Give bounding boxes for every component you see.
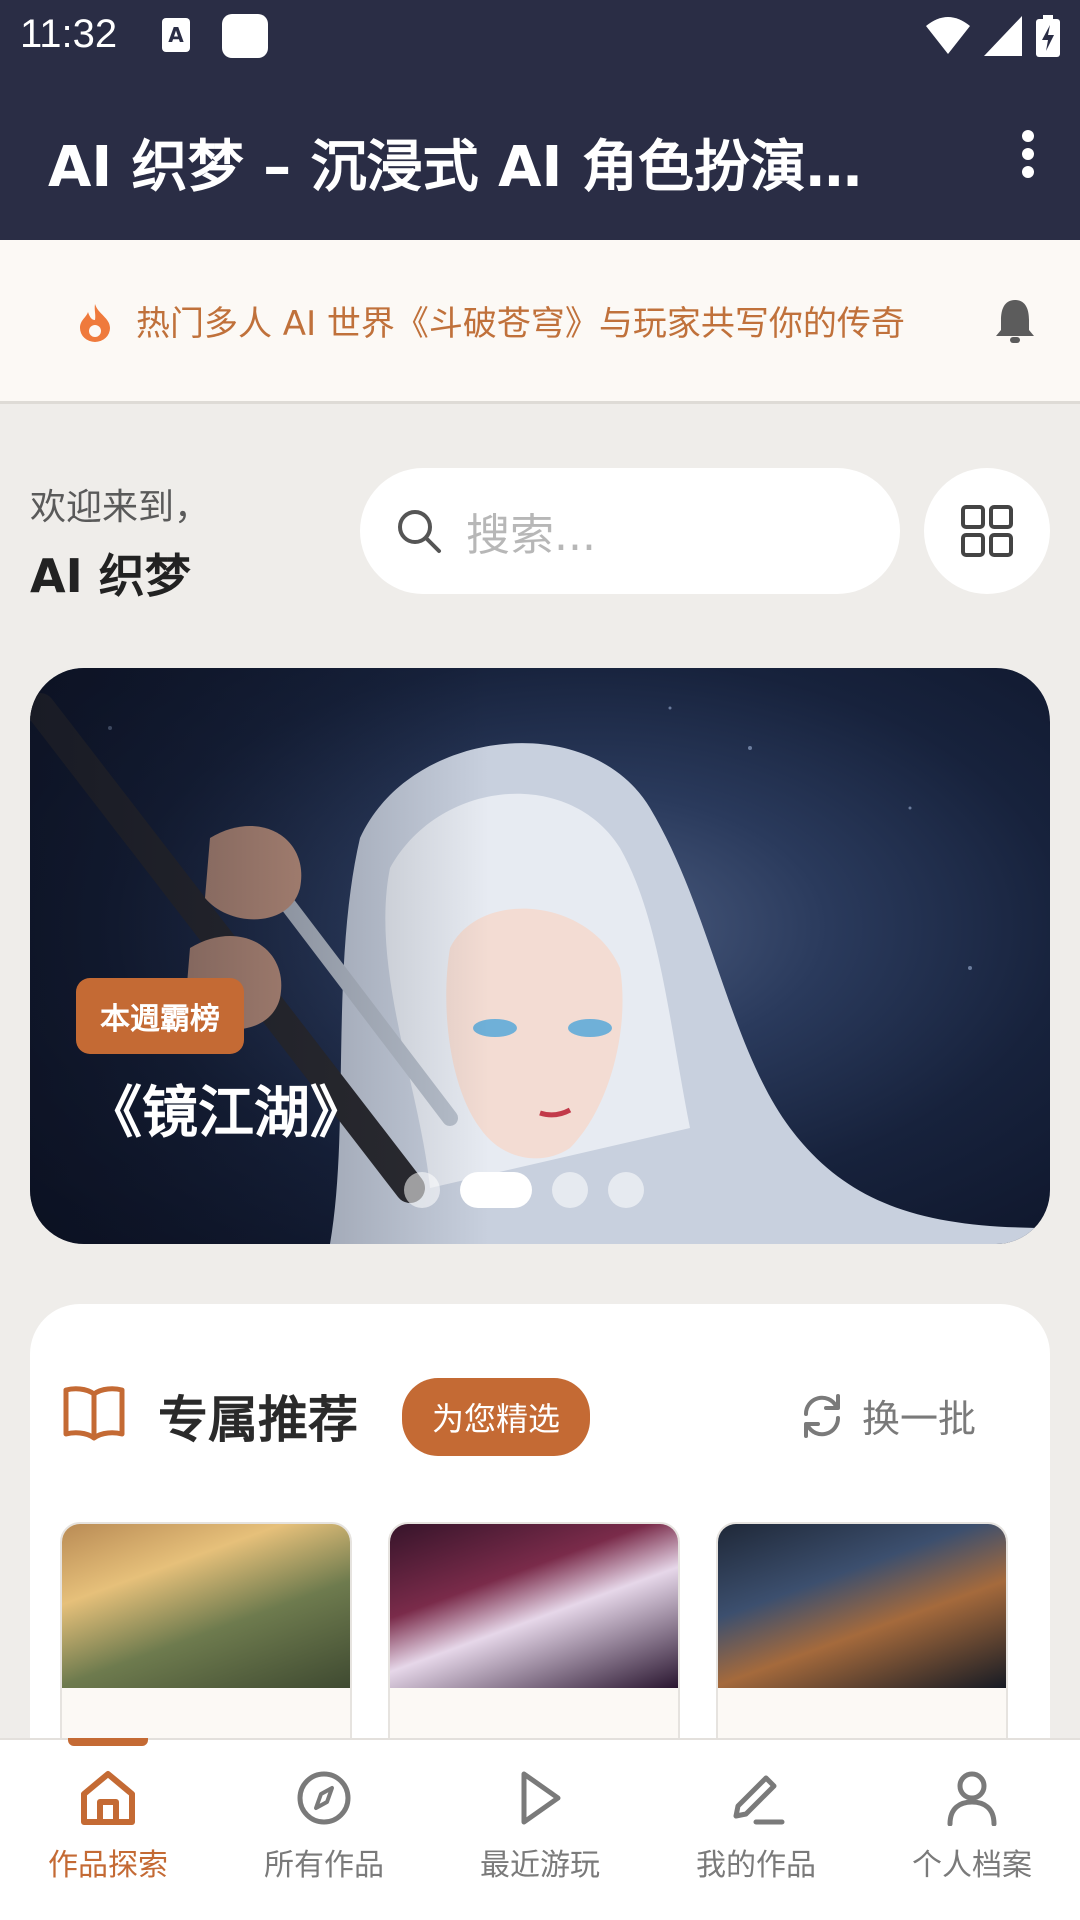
wifi-icon	[926, 17, 970, 54]
carousel-dot[interactable]	[608, 1172, 644, 1208]
more-options-button[interactable]	[1004, 124, 1052, 184]
featured-banner[interactable]: 本週霸榜 《镜江湖》	[30, 668, 1050, 1244]
refresh-button[interactable]: 换一批	[798, 1388, 976, 1443]
notice-text: 热门多人 AI 世界《斗破苍穹》与玩家共写你的传奇	[136, 304, 905, 344]
nav-label: 所有作品	[264, 1848, 384, 1883]
nav-label: 我的作品	[696, 1848, 816, 1883]
book-icon	[63, 1386, 125, 1441]
banner-badge: 本週霸榜	[76, 978, 244, 1054]
recommendation-title: 专属推荐	[158, 1391, 358, 1449]
nav-item-profile[interactable]: 个人档案	[864, 1740, 1080, 1920]
banner-shade	[30, 668, 1050, 1244]
active-indicator	[68, 1738, 148, 1746]
refresh-label: 换一批	[862, 1397, 977, 1441]
refresh-icon	[803, 1393, 841, 1438]
nav-label: 个人档案	[912, 1848, 1032, 1883]
notice-bar[interactable]: 热门多人 AI 世界《斗破苍穹》与玩家共写你的传奇	[0, 240, 1080, 404]
work-thumbnail	[718, 1524, 1006, 1688]
grid-icon	[961, 505, 1013, 557]
status-icons	[926, 14, 1060, 58]
nav-item-recent[interactable]: 最近游玩	[432, 1740, 648, 1920]
more-dot-icon	[1022, 130, 1034, 142]
app-title: AI 织梦 – 沉浸式 AI 角色扮演…	[48, 135, 862, 200]
signal-icon	[984, 16, 1022, 56]
battery-icon	[1036, 15, 1060, 57]
home-icon	[81, 1771, 135, 1825]
search-placeholder: 搜索...	[466, 510, 596, 561]
carousel-dot[interactable]	[404, 1172, 440, 1208]
work-thumbnail	[62, 1524, 350, 1688]
more-dot-icon	[1022, 148, 1034, 160]
nav-label: 作品探索	[48, 1848, 168, 1883]
bottom-navigation: 作品探索 所有作品 最近游玩 我的作品 个人档案	[0, 1738, 1080, 1920]
bell-icon[interactable]	[994, 298, 1036, 344]
grid-view-button[interactable]	[924, 468, 1050, 594]
recommendation-tag: 为您精选	[402, 1378, 591, 1456]
notification-square-icon	[222, 14, 268, 58]
carousel-indicator	[404, 1172, 644, 1208]
fire-icon	[80, 304, 110, 342]
search-input[interactable]: 搜索...	[360, 468, 900, 594]
banner-title: 《镜江湖》	[86, 1081, 366, 1146]
person-icon	[947, 1771, 997, 1826]
play-icon	[521, 1771, 561, 1825]
status-time: 11:32	[20, 12, 118, 56]
keyboard-notification-icon: A	[162, 18, 190, 52]
carousel-dot[interactable]	[552, 1172, 588, 1208]
welcome-greeting: 欢迎来到，	[30, 487, 211, 528]
app-bar: AI 织梦 – 沉浸式 AI 角色扮演…	[0, 72, 1080, 240]
nav-label: 最近游玩	[480, 1848, 600, 1883]
status-bar: 11:32 A	[0, 0, 1080, 72]
welcome-block: 欢迎来到， AI 织梦	[30, 478, 210, 606]
work-thumbnail	[390, 1524, 678, 1688]
nav-item-all-works[interactable]: 所有作品	[216, 1740, 432, 1920]
more-dot-icon	[1022, 166, 1034, 178]
welcome-app-name: AI 织梦	[30, 549, 191, 603]
carousel-dot-active[interactable]	[460, 1172, 532, 1208]
nav-item-explore[interactable]: 作品探索	[0, 1738, 216, 1920]
search-icon	[398, 510, 441, 553]
nav-item-my-works[interactable]: 我的作品	[648, 1740, 864, 1920]
pencil-icon	[733, 1775, 785, 1825]
compass-icon	[297, 1771, 351, 1825]
